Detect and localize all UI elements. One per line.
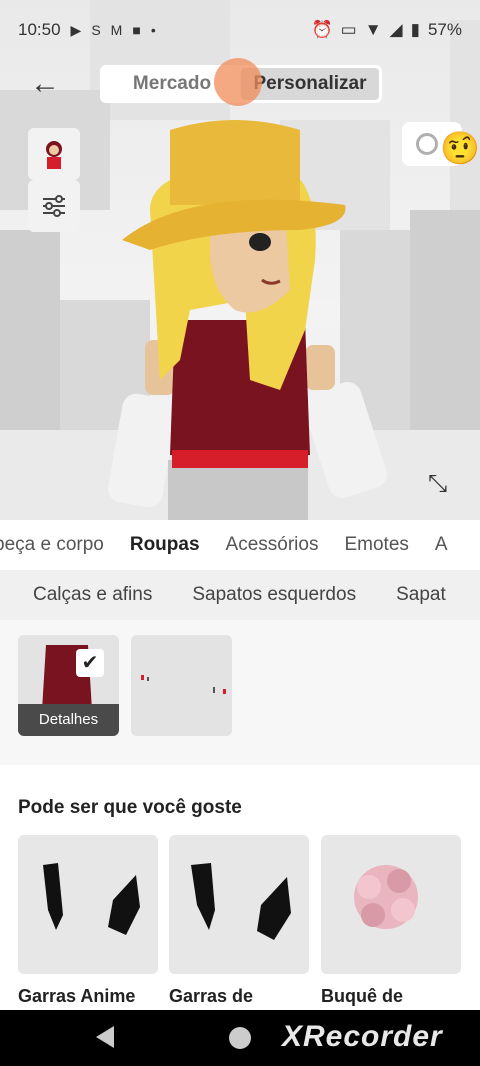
claws-thumbnail <box>18 835 158 974</box>
pants-thumbnail <box>141 675 226 694</box>
touch-indicator <box>214 58 262 106</box>
status-bar: 10:50 ▶ S M ■ • ⏰ ▭ ▼ ◢ ▮ 57% <box>0 0 480 60</box>
equipped-pants-item[interactable] <box>131 635 232 736</box>
emoji-face-icon[interactable]: 🤨 <box>440 128 480 168</box>
video-icon: ■ <box>132 22 141 38</box>
sliders-icon <box>43 195 65 217</box>
alarm-icon: ⏰ <box>311 20 333 39</box>
battery-icon: ▮ <box>410 20 420 39</box>
youtube-icon: ▶ <box>70 21 82 38</box>
suggestion-card[interactable]: Buquê de <box>321 835 461 1007</box>
wifi-icon: ▼ <box>364 20 382 39</box>
status-time: 10:50 <box>18 20 61 39</box>
checkmark-icon: ✔ <box>76 649 104 677</box>
suggestion-card[interactable]: Garras Anime <box>18 835 158 1007</box>
back-arrow-icon[interactable]: ← <box>30 64 70 104</box>
subcategory-tabs: Calças e afins Sapatos esquerdos Sapat <box>0 570 480 620</box>
claws-thumbnail <box>169 835 309 974</box>
dot-icon: • <box>150 22 156 38</box>
nav-back-icon[interactable] <box>96 1026 114 1048</box>
category-tabs: beça e corpo Roupas Acessórios Emotes A <box>0 520 480 570</box>
avatar-thumbnail-icon <box>46 141 62 169</box>
cast-icon: ▭ <box>340 20 357 39</box>
tab-roupas[interactable]: Roupas <box>130 534 200 556</box>
tab-more[interactable]: A <box>435 534 448 556</box>
subtab-calcas[interactable]: Calças e afins <box>33 584 152 606</box>
expand-icon[interactable]: ⤡ <box>428 470 464 506</box>
tab-cabeca-corpo[interactable]: beça e corpo <box>0 534 104 556</box>
subtab-sapatos-esquerdos[interactable]: Sapatos esquerdos <box>192 584 356 606</box>
tab-acessorios[interactable]: Acessórios <box>226 534 319 556</box>
suggestion-name: Buquê de <box>321 986 404 1006</box>
subtab-sapatos-more[interactable]: Sapat <box>396 584 446 606</box>
robux-icon <box>416 133 438 155</box>
recorder-watermark: XRecorder <box>282 1020 443 1053</box>
suggestions-section: Pode ser que você goste Garras Anime Gar… <box>0 765 480 1010</box>
system-nav-bar: XRecorder <box>0 1010 480 1066</box>
details-button[interactable]: Detalhes <box>18 704 119 736</box>
gmail-icon: M <box>110 22 123 38</box>
suggestions-title: Pode ser que você goste <box>18 797 242 818</box>
nav-home-icon[interactable] <box>229 1027 251 1049</box>
equipped-shirt-item[interactable]: ✔ Detalhes <box>18 635 119 736</box>
tab-emotes[interactable]: Emotes <box>344 534 408 556</box>
suggestion-card[interactable]: Garras de <box>169 835 309 1007</box>
app-s-icon: S <box>91 22 101 38</box>
filter-button[interactable] <box>28 180 80 232</box>
equipped-items: ✔ Detalhes <box>0 620 480 765</box>
bouquet-thumbnail <box>321 835 461 974</box>
battery-level: 57% <box>427 20 462 39</box>
suggestion-name: Garras de <box>169 986 254 1006</box>
avatar-thumbnail-button[interactable] <box>28 128 80 180</box>
signal-icon: ◢ <box>389 20 403 39</box>
suggestion-name: Garras Anime <box>18 986 136 1006</box>
